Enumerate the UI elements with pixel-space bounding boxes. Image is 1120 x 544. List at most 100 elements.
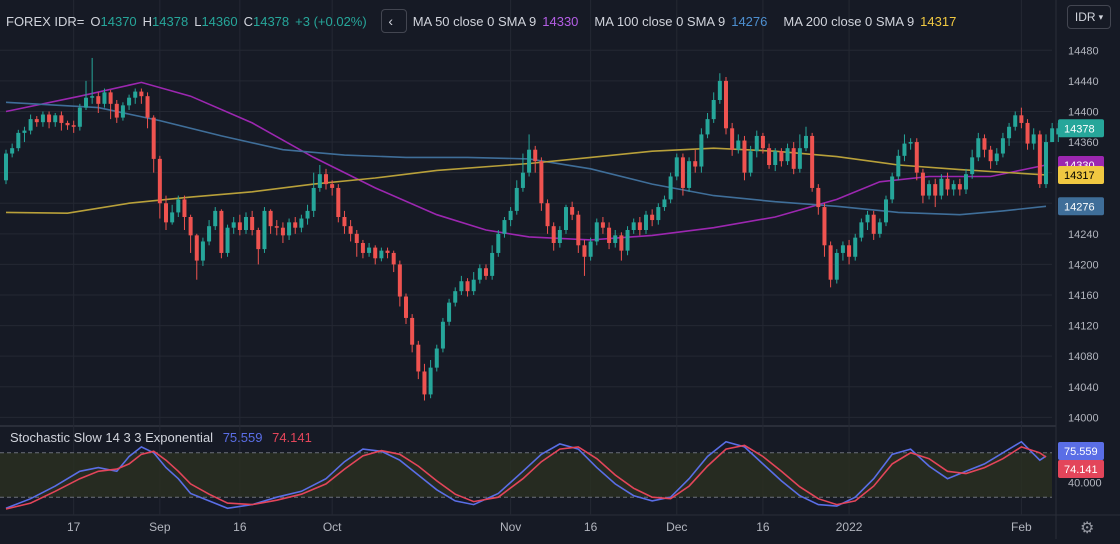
candle-body [274,226,279,228]
candle-body [102,92,107,104]
candle-body [927,184,932,196]
candle-body [625,230,630,251]
stochastic-k-value: 75.559 [222,430,263,445]
candle-body [465,281,470,292]
symbol-label: FOREX IDR= [6,13,85,29]
stochastic-value-label: 74.141 [1064,464,1098,476]
y-tick-label: 14200 [1068,259,1099,271]
candle-body [484,268,488,276]
chevron-left-icon: ‹ [388,13,394,29]
candle-body [699,134,704,167]
candle-body [459,281,464,292]
candle-body [760,135,765,149]
currency-button[interactable]: IDR ▾ [1067,5,1111,29]
chart-canvas[interactable]: 1448014440144001436014320142801424014200… [0,0,1120,539]
candle-body [933,184,938,196]
candle-body [871,214,876,234]
candle-body [773,151,778,165]
candle-body [280,227,285,236]
stochastic-y-tick: 40.000 [1068,477,1102,489]
candle-body [170,212,175,223]
candle-body [428,367,433,395]
candle-body [767,148,772,165]
y-tick-label: 14240 [1068,229,1099,241]
candle-body [668,176,673,200]
candle-body [422,371,427,395]
candle-body [711,100,716,120]
x-tick-label: 2022 [836,520,863,534]
candle-body [59,115,64,123]
candle-body [4,153,8,181]
candle-body [324,174,328,185]
candle-body [404,296,408,318]
candle-body [810,135,815,188]
currency-label: IDR [1074,10,1096,24]
candle-body [600,222,605,228]
chart-area[interactable]: 1448014440144001436014320142801424014200… [0,0,1120,539]
candle-body [748,151,753,173]
ma100-label: MA 100 close 0 SMA 9 [594,13,726,29]
candle-body [988,149,993,162]
candle-body [28,119,33,131]
candle-body [582,245,587,257]
candle-body [557,230,562,243]
candle-body [182,199,187,217]
candle-body [10,148,15,154]
candle-body [724,80,728,129]
candle-body [551,226,556,243]
candle-body [804,135,808,149]
candle-body [705,119,710,135]
candle-body [920,172,925,196]
x-tick-label: Oct [323,520,342,534]
candle-body [828,245,833,280]
candle-body [527,149,532,173]
collapse-button[interactable]: ‹ [380,9,407,33]
candle-body [951,184,956,190]
candle-body [293,222,298,228]
candle-body [47,114,52,123]
change-value: +3 (+0.02%) [295,13,367,29]
candle-body [367,247,372,253]
candle-body [373,247,378,259]
candle-body [816,187,821,208]
ohlc-header: FOREX IDR= O14370 H14378 L14360 C14378 +… [6,9,962,33]
candle-body [1031,134,1036,144]
candle-body [637,222,642,230]
candle-body [16,132,21,149]
ma200-label: MA 200 close 0 SMA 9 [783,13,915,29]
candle-body [1019,115,1024,123]
gear-icon[interactable]: ⚙ [1080,518,1094,538]
x-tick-label: Nov [500,520,521,534]
candle-body [71,125,76,127]
candle-body [957,184,962,190]
candle-body [385,250,390,253]
candle-body [939,178,944,196]
candle-body [336,187,341,217]
ma50-label: MA 50 close 0 SMA 9 [412,13,537,29]
x-tick-label: Feb [1011,520,1032,534]
candle-body [127,97,132,106]
x-tick-label: 16 [756,520,770,534]
y-tick-label: 14480 [1068,45,1099,57]
ma50-value: 14330 [542,13,579,29]
candle-body [77,107,82,127]
candle-body [151,117,156,159]
x-tick-label: 17 [67,520,81,534]
candle-body [90,96,95,98]
candle-body [22,130,27,133]
stochastic-label: Stochastic Slow 14 3 3 Exponential [10,430,214,445]
candle-body [834,252,839,280]
candle-body [970,157,975,175]
candle-body [342,217,347,227]
candle-body [594,222,599,242]
candle-body [1037,134,1042,185]
candle-body [976,138,981,158]
candle-body [576,214,581,246]
candle-body [440,321,445,349]
candle-body [982,138,987,150]
y-tick-label: 14360 [1068,137,1099,149]
candle-body [674,157,679,177]
candle-body [477,268,482,280]
candle-body [354,233,359,243]
candle-body [268,210,273,227]
